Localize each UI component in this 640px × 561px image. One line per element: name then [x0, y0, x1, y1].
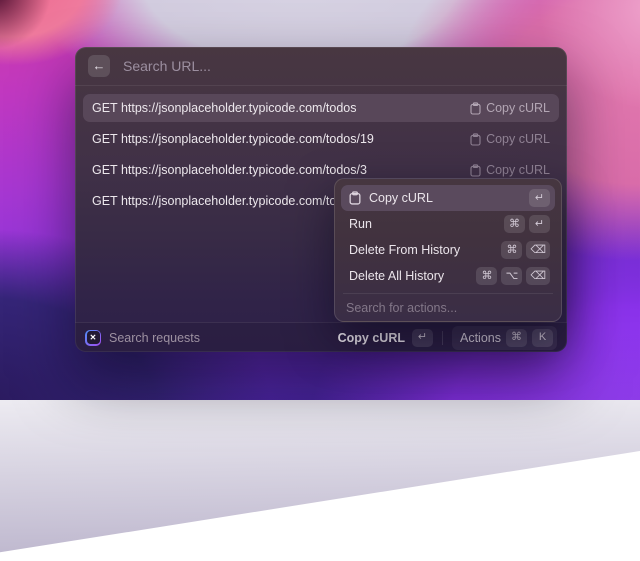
clipboard-icon — [470, 164, 481, 177]
option-key-badge: ⌥ — [501, 267, 522, 285]
copy-curl-accessory: Copy cURL — [470, 132, 550, 146]
cmd-key-badge: ⌘ — [504, 215, 525, 233]
clipboard-icon — [470, 133, 481, 146]
cmd-key-badge: ⌘ — [501, 241, 522, 259]
clipboard-icon — [349, 191, 361, 205]
action-shortcut: ↵ — [529, 189, 550, 207]
extension-icon: ✕ — [85, 330, 101, 346]
footer-command-label: Search requests — [109, 331, 200, 345]
request-url-label: GET https://jsonplaceholder.typicode.com… — [92, 101, 357, 115]
copy-curl-accessory: Copy cURL — [470, 101, 550, 115]
primary-action-label: Copy cURL — [338, 331, 405, 345]
action-item-delete-from-history[interactable]: Delete From History ⌘ ⌫ — [341, 237, 555, 263]
action-item-copy-curl[interactable]: Copy cURL ↵ — [341, 185, 555, 211]
request-row[interactable]: GET https://jsonplaceholder.typicode.com… — [83, 125, 559, 153]
k-key-badge: K — [532, 329, 553, 347]
search-input[interactable] — [121, 57, 554, 75]
clipboard-icon — [470, 102, 481, 115]
copy-curl-accessory: Copy cURL — [470, 163, 550, 177]
action-item-label: Delete All History — [349, 269, 476, 283]
actions-button-label: Actions — [460, 331, 501, 345]
return-key-badge: ↵ — [412, 329, 433, 347]
return-key-badge: ↵ — [529, 189, 550, 207]
copy-curl-accessory-label: Copy cURL — [486, 101, 550, 115]
cmd-key-badge: ⌘ — [476, 267, 497, 285]
copy-curl-accessory-label: Copy cURL — [486, 163, 550, 177]
action-item-delete-all-history[interactable]: Delete All History ⌘ ⌥ ⌫ — [341, 263, 555, 289]
back-button[interactable]: ← — [88, 55, 110, 77]
action-item-label: Run — [349, 217, 504, 231]
cmd-key-badge: ⌘ — [506, 329, 527, 347]
actions-button[interactable]: Actions ⌘ K — [452, 326, 557, 350]
action-search — [341, 294, 555, 322]
return-key-badge: ↵ — [529, 215, 550, 233]
request-row[interactable]: GET https://jsonplaceholder.typicode.com… — [83, 94, 559, 122]
delete-key-badge: ⌫ — [526, 241, 550, 259]
action-search-input[interactable] — [344, 300, 552, 316]
search-header: ← — [75, 47, 567, 86]
primary-action-button[interactable]: Copy cURL ↵ — [338, 329, 433, 347]
request-url-label: GET https://jsonplaceholder.typicode.com… — [92, 132, 374, 146]
request-url-label: GET https://jsonplaceholder.typicode.com… — [92, 194, 367, 208]
action-panel: Copy cURL ↵ Run ⌘ ↵ Delete From History … — [334, 178, 562, 322]
action-shortcut: ⌘ ↵ — [504, 215, 550, 233]
action-item-label: Delete From History — [349, 243, 501, 257]
action-item-label: Copy cURL — [369, 191, 529, 205]
footer-bar: ✕ Search requests Copy cURL ↵ Actions ⌘ … — [75, 322, 567, 352]
request-url-label: GET https://jsonplaceholder.typicode.com… — [92, 163, 367, 177]
action-shortcut: ⌘ ⌫ — [501, 241, 550, 259]
delete-key-badge: ⌫ — [526, 267, 550, 285]
action-shortcut: ⌘ ⌥ ⌫ — [476, 267, 550, 285]
action-item-run[interactable]: Run ⌘ ↵ — [341, 211, 555, 237]
footer-divider — [442, 331, 443, 345]
copy-curl-accessory-label: Copy cURL — [486, 132, 550, 146]
